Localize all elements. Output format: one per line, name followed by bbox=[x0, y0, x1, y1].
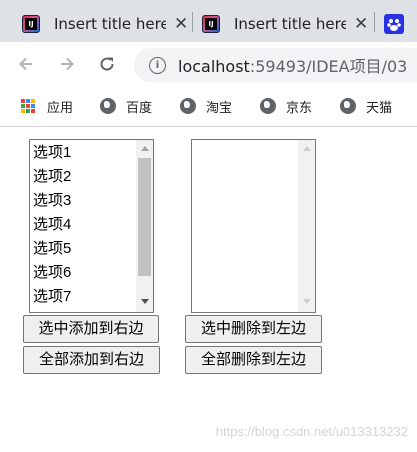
page-content: 选项1 选项2 选项3 选项4 选项5 选项6 选项7 选中添加到右边 全部添加… bbox=[0, 127, 417, 452]
browser-toolbar: i localhost:59493/IDEA项目/03 bbox=[0, 42, 417, 86]
url-host: localhost bbox=[178, 57, 250, 76]
apps-grid-icon bbox=[21, 99, 35, 113]
info-icon[interactable]: i bbox=[149, 56, 166, 74]
remove-all-button[interactable]: 全部删除到左边 bbox=[185, 346, 322, 374]
scroll-down-arrow-icon[interactable] bbox=[298, 296, 315, 310]
close-icon[interactable]: ✕ bbox=[354, 14, 368, 34]
back-button[interactable] bbox=[9, 42, 43, 86]
bookmarks-bar: 应用 百度 淘宝 京东 天猫 bbox=[0, 86, 417, 127]
address-bar[interactable]: i localhost:59493/IDEA项目/03 bbox=[134, 48, 417, 82]
bookmark-label: 百度 bbox=[126, 100, 153, 116]
list-option[interactable]: 选项6 bbox=[33, 263, 71, 287]
list-option[interactable]: 选项4 bbox=[33, 215, 71, 239]
intellij-favicon-icon bbox=[22, 15, 40, 33]
tab-title: Insert title here bbox=[54, 15, 166, 33]
url-text: localhost:59493/IDEA项目/03 bbox=[178, 53, 407, 77]
bookmark-taobao[interactable]: 淘宝 bbox=[180, 86, 232, 126]
reload-button[interactable] bbox=[90, 42, 124, 86]
browser-tab-strip: Insert title here ✕ Insert title here ✕ bbox=[0, 0, 417, 42]
list-option[interactable]: 选项1 bbox=[33, 143, 71, 167]
bookmark-label: 淘宝 bbox=[206, 100, 233, 116]
tab-title: Insert title here bbox=[234, 15, 346, 33]
bookmark-apps[interactable]: 应用 bbox=[21, 86, 73, 126]
scrollbar[interactable] bbox=[136, 140, 153, 312]
globe-icon bbox=[100, 98, 116, 114]
intellij-favicon-icon bbox=[202, 15, 220, 33]
close-icon[interactable]: ✕ bbox=[174, 14, 188, 34]
baidu-favicon-icon bbox=[384, 14, 404, 34]
scrollbar-thumb[interactable] bbox=[138, 158, 151, 276]
bookmark-label: 京东 bbox=[286, 100, 313, 116]
forward-button[interactable] bbox=[50, 42, 84, 86]
scroll-down-arrow-icon[interactable] bbox=[136, 296, 153, 310]
remove-selected-button[interactable]: 选中删除到左边 bbox=[185, 315, 322, 343]
browser-tab-3[interactable] bbox=[384, 6, 417, 42]
right-select-list[interactable] bbox=[191, 139, 316, 313]
watermark-text: https://blog.csdn.net/u013313232 bbox=[215, 424, 408, 439]
add-selected-button[interactable]: 选中添加到右边 bbox=[23, 315, 159, 343]
left-options: 选项1 选项2 选项3 选项4 选项5 选项6 选项7 bbox=[33, 143, 71, 311]
arrow-left-icon bbox=[19, 57, 32, 71]
bookmark-jd[interactable]: 京东 bbox=[260, 86, 312, 126]
globe-icon bbox=[180, 98, 196, 114]
add-all-button[interactable]: 全部添加到右边 bbox=[23, 346, 160, 374]
bookmark-tmall[interactable]: 天猫 bbox=[340, 86, 392, 126]
list-option[interactable]: 选项2 bbox=[33, 167, 71, 191]
bookmark-baidu[interactable]: 百度 bbox=[100, 86, 152, 126]
scroll-up-arrow-icon[interactable] bbox=[298, 142, 315, 156]
url-path: :59493/IDEA项目/03 bbox=[249, 57, 408, 76]
browser-tab-2[interactable]: Insert title here ✕ bbox=[202, 6, 372, 42]
scroll-up-arrow-icon[interactable] bbox=[136, 142, 153, 156]
list-option[interactable]: 选项3 bbox=[33, 191, 71, 215]
tab-divider bbox=[192, 12, 193, 32]
left-select-list[interactable]: 选项1 选项2 选项3 选项4 选项5 选项6 选项7 bbox=[29, 139, 154, 313]
scrollbar[interactable] bbox=[298, 140, 315, 312]
reload-icon bbox=[100, 57, 114, 71]
bookmark-label: 应用 bbox=[47, 100, 74, 116]
globe-icon bbox=[340, 98, 356, 114]
tab-divider bbox=[374, 12, 375, 32]
globe-icon bbox=[260, 98, 276, 114]
bookmark-label: 天猫 bbox=[366, 100, 393, 116]
list-option[interactable]: 选项5 bbox=[33, 239, 71, 263]
browser-tab-1[interactable]: Insert title here ✕ bbox=[22, 6, 190, 42]
list-option[interactable]: 选项7 bbox=[33, 287, 71, 311]
arrow-right-icon bbox=[61, 57, 74, 71]
